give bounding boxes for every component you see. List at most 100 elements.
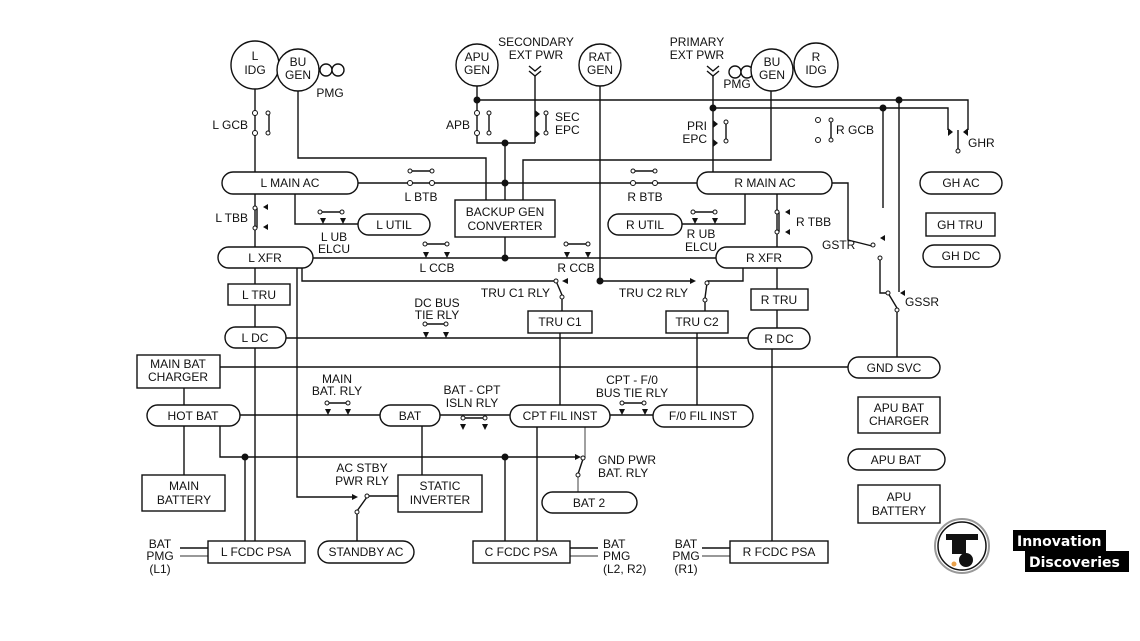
svg-text:Innovation: Innovation [1017, 534, 1101, 550]
gssr-label: GSSR [905, 295, 939, 309]
box-static-inverter: STATICINVERTER [397, 474, 483, 513]
svg-text:GH AC: GH AC [942, 176, 980, 190]
svg-text:TRU C2: TRU C2 [675, 315, 719, 329]
label: BU [290, 55, 307, 69]
r-gcb-label: R GCB [836, 123, 874, 137]
svg-text:R DC: R DC [764, 332, 794, 346]
label: IDG [805, 63, 826, 77]
cpt-fo-bus-tie-rly-label: CPT - F/0 [606, 373, 658, 387]
svg-text:R TRU: R TRU [761, 293, 797, 307]
box-main-battery: MAINBATTERY [141, 474, 226, 512]
svg-text:R XFR: R XFR [746, 251, 782, 265]
bus-standby-ac: STANDBY AC [317, 540, 415, 564]
gnd-pwr-bat-rly-label: BAT. RLY [598, 466, 648, 480]
pmg-label: PMG [316, 86, 343, 100]
box-tru-c1: TRU C1 [527, 310, 593, 334]
generator-r-idg: R IDG [793, 42, 839, 88]
svg-text:CHARGER: CHARGER [869, 414, 929, 428]
svg-text:PMG: PMG [146, 549, 173, 563]
svg-text:CONVERTER: CONVERTER [467, 219, 542, 233]
bat-cpt-isln-rly-label: ISLN RLY [446, 396, 498, 410]
svg-text:APU BAT: APU BAT [871, 453, 922, 467]
svg-text:STATIC: STATIC [420, 479, 461, 493]
svg-text:R MAIN AC: R MAIN AC [734, 176, 796, 190]
label: L [252, 49, 259, 63]
sec-epc-label: SEC [555, 110, 580, 124]
label: RAT [588, 50, 612, 64]
r-ccb-label: R CCB [557, 261, 594, 275]
sec-epc-label: EPC [555, 123, 580, 137]
label: GEN [464, 63, 490, 77]
svg-text:PMG: PMG [672, 549, 699, 563]
svg-text:F/0 FIL INST: F/0 FIL INST [669, 409, 738, 423]
generator-l-idg: L IDG [230, 40, 280, 90]
gear-icon [959, 553, 973, 567]
generator-apu-gen: APU GEN [455, 43, 499, 87]
svg-text:L TRU: L TRU [242, 288, 276, 302]
bus-bat: BAT [379, 404, 441, 427]
svg-text:MAIN: MAIN [169, 479, 199, 493]
svg-text:BAT 2: BAT 2 [573, 496, 606, 510]
svg-text:PMG: PMG [603, 549, 630, 563]
svg-text:L MAIN AC: L MAIN AC [261, 176, 320, 190]
bus-gh-dc: GH DC [922, 244, 1001, 268]
l-ccb-label: L CCB [420, 261, 455, 275]
svg-text:Discoveries: Discoveries [1029, 555, 1120, 571]
label: GEN [759, 68, 785, 82]
box-r-fcdc-psa: R FCDC PSA [729, 540, 829, 564]
bus-r-main-ac: R MAIN AC [696, 171, 833, 195]
r-tbb-label: R TBB [796, 215, 831, 229]
bus-r-util: R UTIL [607, 213, 683, 236]
box-l-tru: L TRU [227, 283, 291, 306]
svg-text:TRU C1: TRU C1 [538, 315, 582, 329]
bus-cpt-fil-inst: CPT FIL INST [509, 404, 611, 428]
bus-bat-2: BAT 2 [541, 491, 638, 514]
bus-r-dc: R DC [747, 327, 811, 350]
svg-text:HOT BAT: HOT BAT [168, 409, 220, 423]
innovation-discoveries-logo: Innovation Discoveries [934, 518, 1129, 574]
bus-gh-ac: GH AC [919, 171, 1003, 195]
ac-stby-pwr-rly-label: PWR RLY [335, 474, 389, 488]
svg-text:BACKUP GEN: BACKUP GEN [466, 205, 544, 219]
svg-text:BATTERY: BATTERY [872, 504, 926, 518]
cpt-fo-bus-tie-rly-label: BUS TIE RLY [596, 386, 668, 400]
l-gcb-label: L GCB [212, 118, 248, 132]
svg-text:GH DC: GH DC [942, 249, 981, 263]
bus-gnd-svc: GND SVC [847, 356, 941, 379]
primary-ext-pwr: PRIMARY EXT PWR [670, 35, 725, 62]
label: GEN [587, 63, 613, 77]
generator-rat-gen: RAT GEN [578, 43, 622, 87]
generator-l-bu-gen: BU GEN PMG [276, 48, 345, 100]
pri-epc-label: EPC [682, 132, 707, 146]
bat-cpt-isln-rly-label: BAT - CPT [444, 383, 502, 397]
label: IDG [244, 63, 265, 77]
dc-bus-tie-rly-label: TIE RLY [415, 308, 459, 322]
gnd-pwr-bat-rly-label: GND PWR [598, 453, 656, 467]
generator-r-bu-gen: PMG BU GEN [723, 48, 794, 92]
box-apu-battery: APUBATTERY [857, 484, 941, 524]
gstr-label: GSTR [822, 238, 856, 252]
label: BU [764, 55, 781, 69]
svg-text:L FCDC PSA: L FCDC PSA [221, 545, 291, 559]
l-tbb-label: L TBB [215, 211, 248, 225]
label: SECONDARY [498, 35, 574, 49]
svg-text:BATTERY: BATTERY [157, 493, 211, 507]
svg-text:(R1): (R1) [674, 562, 697, 576]
pmg-label: PMG [723, 77, 750, 91]
l-btb-label: L BTB [405, 190, 438, 204]
box-gh-tru: GH TRU [925, 212, 996, 237]
svg-text:R FCDC PSA: R FCDC PSA [743, 545, 816, 559]
svg-text:APU: APU [887, 490, 912, 504]
box-apu-bat-charger: APU BATCHARGER [857, 396, 941, 434]
bus-l-xfr: L XFR [217, 246, 314, 269]
tru-c2-rly-label: TRU C2 RLY [619, 286, 688, 300]
r-ub-elcu-label: R UB [687, 227, 716, 241]
svg-text:GH TRU: GH TRU [937, 218, 983, 232]
tru-c1-rly-label: TRU C1 RLY [481, 286, 550, 300]
svg-text:C FCDC PSA: C FCDC PSA [485, 545, 558, 559]
bus-hot-bat: HOT BAT [146, 404, 241, 427]
r-btb-label: R BTB [627, 190, 662, 204]
bus-apu-bat: APU BAT [847, 448, 946, 471]
box-c-fcdc-psa: C FCDC PSA [472, 540, 571, 564]
secondary-ext-pwr: SECONDARY EXT PWR [498, 35, 574, 62]
